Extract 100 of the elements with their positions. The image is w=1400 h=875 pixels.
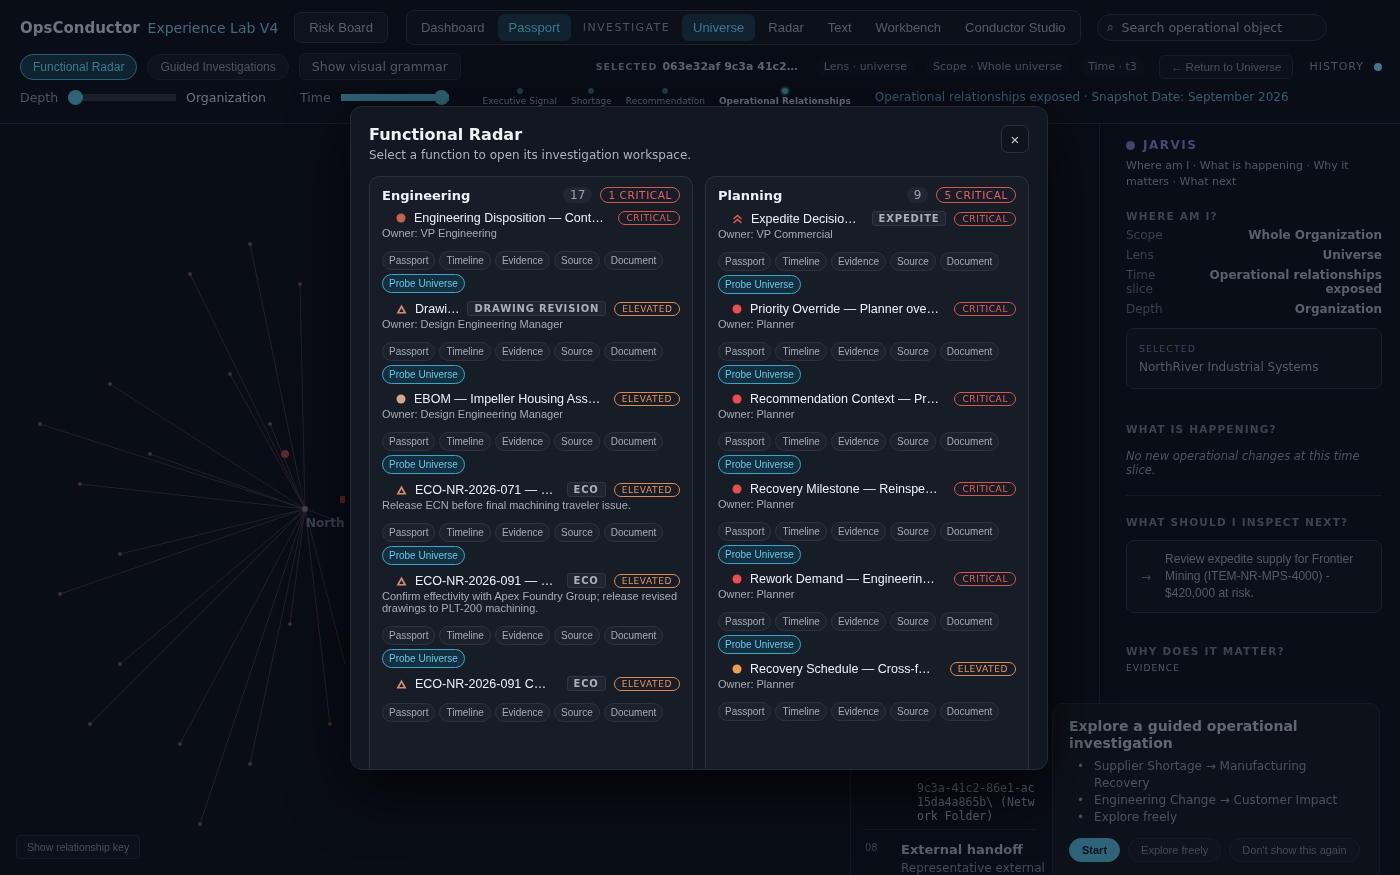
action-chip[interactable]: Document [603,251,664,270]
action-chip[interactable]: Timeline [775,432,827,451]
action-chip[interactable]: Document [939,342,1000,361]
item-title[interactable]: Drawi… [415,301,460,316]
action-chip[interactable]: Timeline [439,523,491,542]
history-dot-icon [1374,62,1382,71]
action-chip[interactable]: Source [890,612,936,631]
slider-thumb[interactable] [433,89,449,105]
timeline-dot[interactable] [588,88,595,94]
probe-button[interactable]: Probe Universe [382,365,465,384]
probe-button[interactable]: Probe Universe [382,274,465,293]
action-chip[interactable]: Document [939,612,1000,631]
action-chip[interactable]: Evidence [494,703,551,722]
action-chip[interactable]: Evidence [830,702,887,721]
probe-button[interactable]: Probe Universe [718,275,801,294]
action-chip[interactable]: Passport [718,252,772,271]
section-heading: WHAT IS HAPPENING? [1126,423,1278,435]
action-chip[interactable]: Evidence [494,432,551,451]
action-chip[interactable]: Passport [718,342,772,361]
action-chip[interactable]: Evidence [494,251,551,270]
timeline-dot[interactable] [662,88,669,94]
action-chip[interactable]: Source [554,523,600,542]
item-title[interactable]: Recovery Schedule — Cross-f… [750,662,931,676]
action-chip[interactable]: Document [603,523,664,542]
slider-thumb[interactable] [68,89,84,105]
action-chip[interactable]: Timeline [439,251,491,270]
probe-button[interactable]: Probe Universe [718,545,801,564]
action-chip[interactable]: Source [890,702,936,721]
timeline-label: Shortage [570,96,612,106]
item-title[interactable]: ECO-NR-2026-071 — … [415,482,554,497]
item-title[interactable]: Priority Override — Planner ove… [750,302,939,316]
action-chip[interactable]: Timeline [775,612,827,631]
action-chip[interactable]: Document [939,702,1000,721]
probe-button[interactable]: Probe Universe [718,455,801,474]
action-chip[interactable]: Passport [382,703,436,722]
time-label: Time [300,89,331,105]
probe-button[interactable]: Probe Universe [718,365,801,384]
item-title[interactable]: Recovery Milestone — Reinspe… [750,482,938,496]
assistant-subtitle: Where am I · What is happening · Why it matters · What next [1126,158,1350,190]
item-title[interactable]: Recommendation Context — Pr… [750,392,939,406]
action-chip[interactable]: Source [554,432,600,451]
item-note: Owner: Planner [718,408,796,420]
action-chip[interactable]: Document [603,703,664,722]
action-chip[interactable]: Document [939,252,1000,271]
item-title[interactable]: Expedite Decisio… [751,211,857,226]
action-chip[interactable]: Passport [382,523,436,542]
action-chip[interactable]: Document [939,432,1000,451]
action-chip[interactable]: Source [890,342,936,361]
action-chip[interactable]: Timeline [775,702,827,721]
probe-button[interactable]: Probe Universe [718,635,801,654]
action-chip[interactable]: Passport [718,612,772,631]
close-button[interactable]: × [1001,125,1029,153]
action-chip[interactable]: Evidence [830,522,887,541]
action-chip[interactable]: Timeline [775,252,827,271]
action-chip[interactable]: Passport [382,626,436,645]
action-chip[interactable]: Timeline [439,342,491,361]
action-chip[interactable]: Evidence [830,252,887,271]
status-dot-icon [396,213,406,223]
action-chip[interactable]: Document [603,342,664,361]
action-chip[interactable]: Document [603,432,664,451]
item-title[interactable]: Rework Demand — Engineerin… [750,572,935,586]
action-chip[interactable]: Timeline [775,522,827,541]
action-chip[interactable]: Source [890,522,936,541]
timeline-dot[interactable] [516,88,523,94]
section-heading: WHY DOES IT MATTER? [1126,645,1286,657]
probe-button[interactable]: Probe Universe [382,546,465,565]
item-title[interactable]: ECO-NR-2026-091 — … [415,573,554,588]
action-chip[interactable]: Passport [382,432,436,451]
probe-button[interactable]: Probe Universe [382,455,465,474]
action-chip[interactable]: Evidence [494,523,551,542]
action-chip[interactable]: Source [890,432,936,451]
guide-title: Explore a guided operational investigation [1069,718,1299,752]
action-chip[interactable]: Document [939,522,1000,541]
action-chip[interactable]: Timeline [439,626,491,645]
action-chip[interactable]: Evidence [830,432,887,451]
action-chip[interactable]: Source [554,703,600,722]
action-chip[interactable]: Timeline [439,432,491,451]
timeline-dot[interactable] [781,88,788,94]
action-chip[interactable]: Evidence [830,342,887,361]
item-title[interactable]: EBOM — Impeller Housing Ass… [414,392,601,406]
action-chip[interactable]: Source [554,251,600,270]
item-title[interactable]: ECO-NR-2026-091 C… [415,676,547,691]
action-chip[interactable]: Passport [718,522,772,541]
action-chip[interactable]: Passport [382,251,436,270]
action-chip[interactable]: Passport [718,432,772,451]
probe-button[interactable]: Probe Universe [382,649,465,668]
action-chip[interactable]: Timeline [775,342,827,361]
selected-name: NorthRiver Industrial Systems [1139,360,1320,374]
action-chip[interactable]: Evidence [494,626,551,645]
action-chip[interactable]: Passport [382,342,436,361]
action-chip[interactable]: Source [890,252,936,271]
action-chip[interactable]: Passport [718,702,772,721]
action-chip[interactable]: Timeline [439,703,491,722]
action-chip[interactable]: Source [554,342,600,361]
action-chip[interactable]: Evidence [830,612,887,631]
depth-label: Depth [20,89,59,105]
item-title[interactable]: Engineering Disposition — Cont… [414,211,604,225]
action-chip[interactable]: Evidence [494,342,551,361]
action-chip[interactable]: Document [603,626,664,645]
action-chip[interactable]: Source [554,626,600,645]
